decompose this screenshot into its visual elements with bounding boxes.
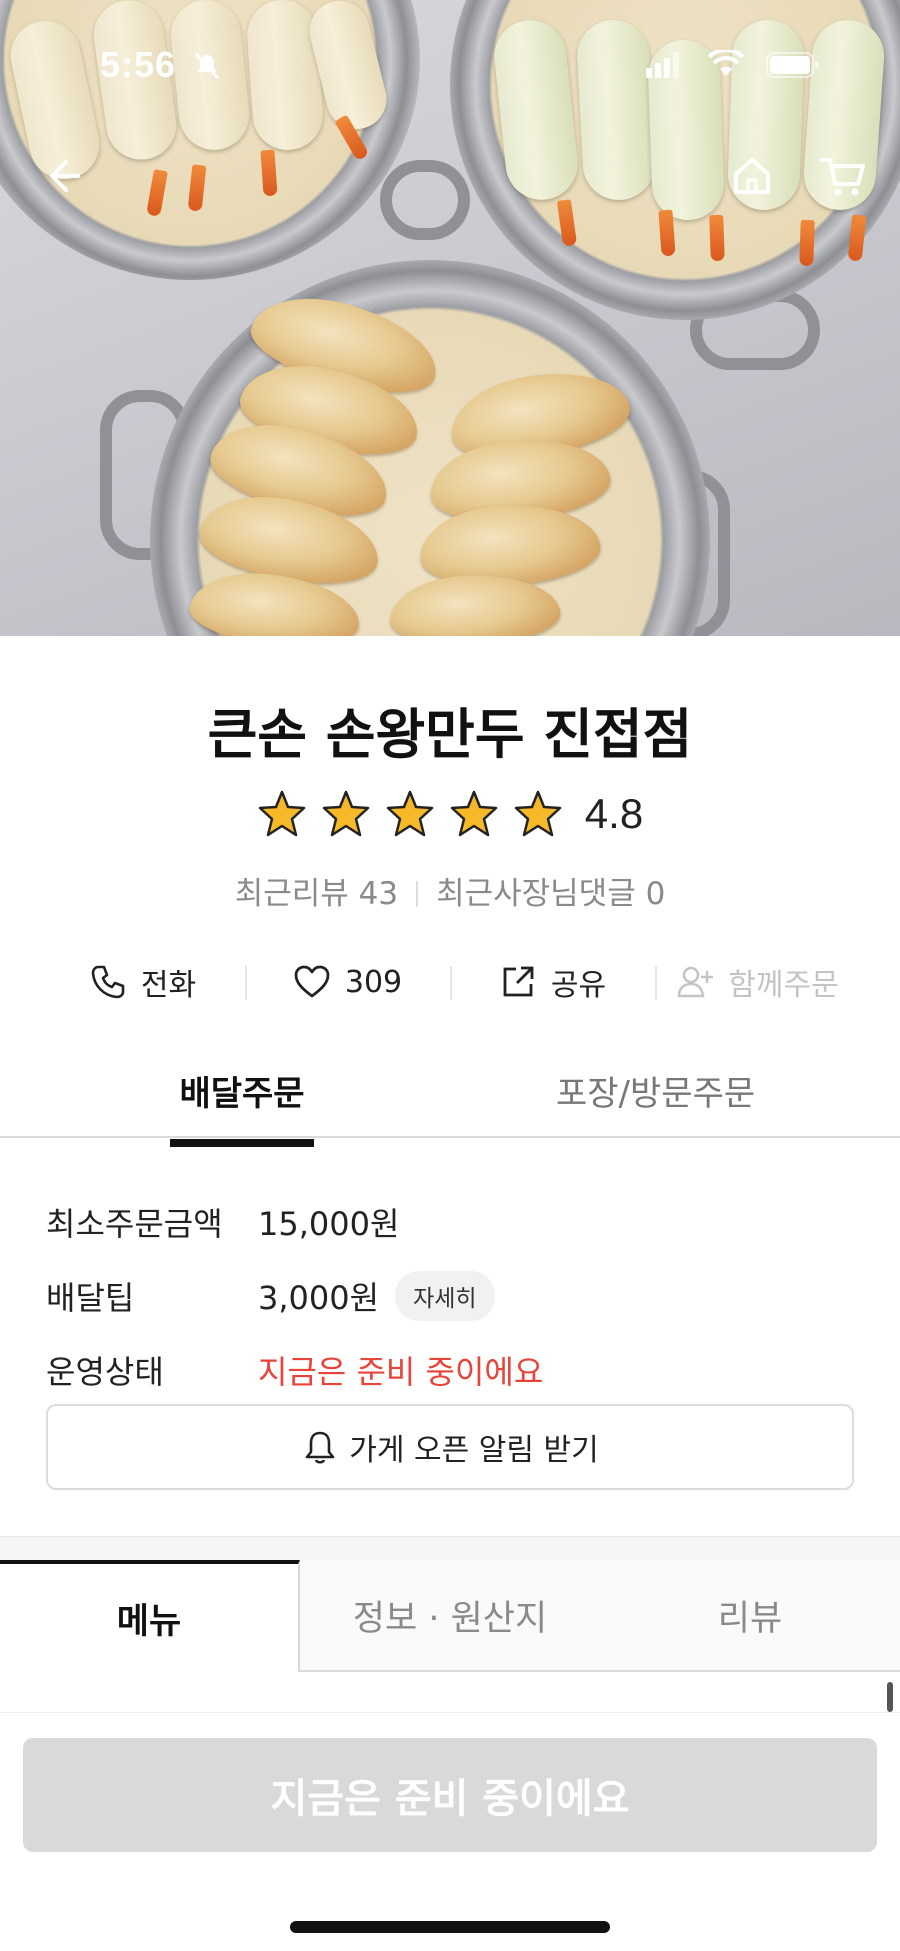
star-icon <box>450 790 498 837</box>
back-arrow-icon[interactable] <box>36 150 88 202</box>
open-alarm-button[interactable]: 가게 오픈 알림 받기 <box>46 1404 854 1490</box>
star-icon <box>322 790 370 837</box>
tab-reviews[interactable]: 리뷰 <box>600 1560 900 1672</box>
content-tabs: 메뉴 정보 · 원산지 리뷰 <box>0 1560 900 1672</box>
store-name: 큰손 손왕만두 진접점 <box>207 703 693 766</box>
review-summary: 최근리뷰 43 최근사장님댓글 0 <box>0 868 900 913</box>
tab-delivery[interactable]: 배달주문 <box>170 1066 314 1147</box>
min-order-row: 최소주문금액 15,000원 <box>46 1185 866 1259</box>
scrollbar[interactable] <box>887 1682 893 1712</box>
phone-icon <box>91 965 125 999</box>
status-bar: 5:56 <box>0 0 900 130</box>
divider <box>416 881 419 907</box>
open-alarm-label: 가게 오픈 알림 받기 <box>349 1433 599 1468</box>
star-icon <box>386 790 434 837</box>
heart-icon <box>294 965 330 998</box>
tab-pickup[interactable]: 포장/방문주문 <box>556 1066 755 1115</box>
recent-reviews-link[interactable]: 최근리뷰 43 <box>235 876 398 912</box>
group-order-label: 함께주문 <box>728 968 839 1003</box>
min-order-label: 최소주문금액 <box>46 1205 223 1243</box>
call-button[interactable]: 전화 <box>40 950 245 1014</box>
owner-replies-link[interactable]: 최근사장님댓글 0 <box>436 876 665 912</box>
add-person-icon <box>678 966 714 998</box>
silent-mode-icon <box>194 52 220 80</box>
order-button-disabled[interactable]: 지금은 준비 중이에요 <box>23 1738 877 1852</box>
like-count: 309 <box>344 964 403 1000</box>
star-icon <box>514 790 562 837</box>
section-divider <box>0 1536 900 1560</box>
tab-menu[interactable]: 메뉴 <box>0 1560 300 1672</box>
battery-icon <box>766 52 819 78</box>
share-label: 공유 <box>550 968 607 1003</box>
rating-value: 4.8 <box>584 790 644 837</box>
rating-row: 4.8 <box>0 786 900 842</box>
steamer-handle <box>380 160 470 240</box>
order-type-tabs: 배달주문 포장/방문주문 <box>0 1040 900 1147</box>
shrimp-tail <box>799 219 815 267</box>
tab-info-origin[interactable]: 정보 · 원산지 <box>300 1560 600 1672</box>
home-indicator[interactable] <box>290 1921 610 1933</box>
call-label: 전화 <box>140 968 197 1003</box>
share-button[interactable]: 공유 <box>450 950 655 1014</box>
delivery-info: 최소주문금액 15,000원 배달팁 3,000원 자세히 운영상태 지금은 준… <box>46 1185 866 1407</box>
like-button[interactable]: 309 <box>245 950 450 1014</box>
delivery-tip-row: 배달팁 3,000원 자세히 <box>46 1259 866 1333</box>
min-order-value: 15,000원 <box>258 1205 400 1243</box>
bottom-order-bar: 지금은 준비 중이에요 <box>0 1712 900 1951</box>
shrimp-tail <box>709 214 725 262</box>
group-order-button[interactable]: 함께주문 <box>655 950 860 1014</box>
delivery-tip-label: 배달팁 <box>46 1279 135 1317</box>
bell-icon <box>305 1431 335 1464</box>
wifi-icon <box>708 50 744 76</box>
share-icon <box>503 966 534 997</box>
delivery-tip-value: 3,000원 <box>258 1279 380 1317</box>
home-icon[interactable] <box>726 150 778 202</box>
operating-status-row: 운영상태 지금은 준비 중이에요 <box>46 1333 866 1407</box>
operating-status-label: 운영상태 <box>46 1353 164 1391</box>
store-hero-image: 5:56 <box>0 0 900 636</box>
store-action-row: 전화 309 공유 함께주문 <box>40 950 860 1014</box>
star-icon <box>258 790 306 837</box>
cellular-signal-icon <box>646 52 679 78</box>
status-time: 5:56 <box>100 44 177 85</box>
operating-status-value: 지금은 준비 중이에요 <box>258 1353 544 1391</box>
cart-icon[interactable] <box>818 150 870 202</box>
delivery-tip-detail-button[interactable]: 자세히 <box>395 1271 495 1321</box>
